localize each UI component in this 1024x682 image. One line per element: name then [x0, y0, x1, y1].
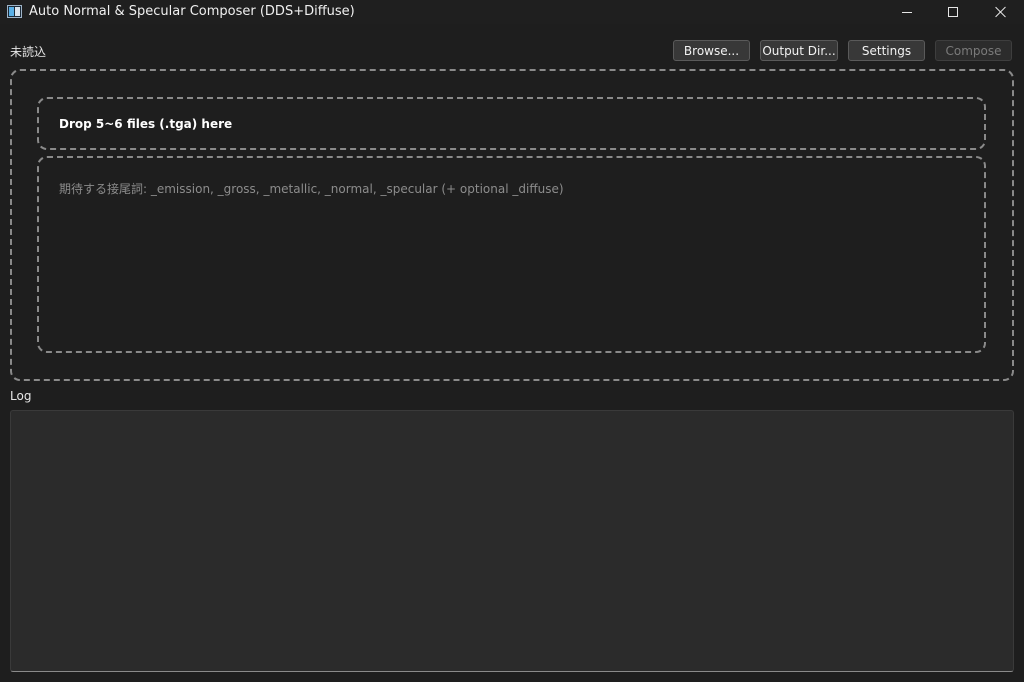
minimize-button[interactable] [884, 0, 930, 24]
window-title: Auto Normal & Specular Composer (DDS+Dif… [29, 4, 355, 19]
app-window: Auto Normal & Specular Composer (DDS+Dif… [0, 0, 1024, 682]
status-label: 未読込 [10, 45, 47, 59]
log-textarea[interactable] [10, 410, 1014, 672]
log-label: Log [10, 389, 32, 403]
maximize-icon [948, 7, 958, 17]
settings-button[interactable]: Settings [848, 40, 925, 61]
close-icon [995, 6, 1007, 18]
expected-files-panel: 期待する接尾詞: _emission, _gross, _metallic, _… [37, 156, 986, 353]
close-button[interactable] [978, 0, 1024, 24]
compose-button[interactable]: Compose [935, 40, 1012, 61]
output-dir-button[interactable]: Output Dir... [760, 40, 838, 61]
minimize-icon [902, 11, 912, 13]
title-bar[interactable]: Auto Normal & Specular Composer (DDS+Dif… [0, 0, 1024, 24]
app-icon [7, 5, 22, 18]
expected-suffixes-text: 期待する接尾詞: _emission, _gross, _metallic, _… [59, 182, 564, 196]
drop-instructions: Drop 5~6 files (.tga) here [59, 117, 233, 131]
maximize-button[interactable] [930, 0, 976, 24]
drop-zone[interactable]: Drop 5~6 files (.tga) here [37, 97, 986, 150]
browse-button[interactable]: Browse... [673, 40, 750, 61]
